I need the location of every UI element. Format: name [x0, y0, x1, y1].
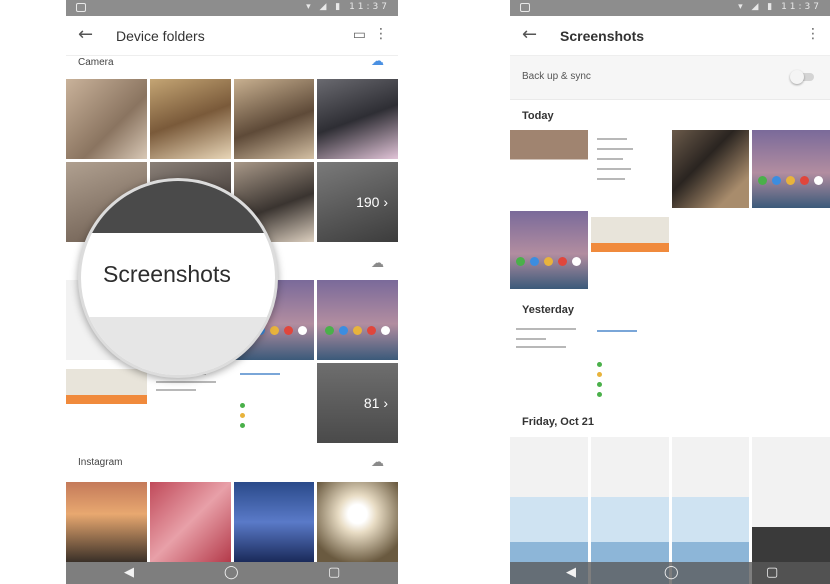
left-phone-screen: ▾ ◢ ▮ 11:37 ← Device folders ▭ ⋮ Camera …: [66, 0, 398, 584]
screenshot-thumbnail[interactable]: [752, 130, 830, 208]
magnifier-callout: Screenshots: [78, 178, 278, 378]
screenshot-thumbnail[interactable]: [317, 280, 398, 360]
date-header-yesterday: Yesterday: [522, 304, 574, 316]
photo-thumbnail[interactable]: [233, 79, 315, 159]
photo-thumbnail[interactable]: [149, 482, 231, 562]
screenshot-thumbnail[interactable]: [590, 130, 669, 208]
photo-thumbnail[interactable]: [317, 482, 398, 562]
notification-icon: [76, 3, 86, 12]
screenshot-thumbnail[interactable]: [66, 363, 147, 443]
cloud-off-icon[interactable]: ☁: [371, 455, 384, 470]
date-header-friday-oct-21: Friday, Oct 21: [522, 416, 594, 428]
photo-thumbnail[interactable]: [317, 79, 398, 159]
screenshot-thumbnail[interactable]: [510, 130, 588, 208]
screenshot-thumbnail[interactable]: [510, 211, 588, 289]
more-options-icon[interactable]: ⋮: [806, 26, 820, 42]
date-header-today: Today: [522, 110, 554, 122]
status-bar: ▾ ◢ ▮ 11:37: [510, 0, 830, 16]
photo-thumbnail[interactable]: [149, 79, 231, 159]
backup-sync-label: Back up & sync: [522, 71, 591, 82]
screenshot-thumbnail[interactable]: [590, 211, 669, 289]
app-bar: ← Device folders ▭ ⋮: [66, 16, 398, 56]
folder-label-camera: Camera: [78, 57, 114, 68]
status-bar: ▾ ◢ ▮ 11:37: [66, 0, 398, 16]
right-phone-screen: ▾ ◢ ▮ 11:37 ← Screenshots ⋮ Back up & sy…: [510, 0, 830, 584]
nav-home-icon[interactable]: ◯: [664, 565, 679, 580]
screenshot-count: 81 ›: [363, 395, 388, 411]
photo-thumbnail[interactable]: [233, 482, 315, 562]
status-icons: ▾ ◢ ▮ 11:37: [738, 2, 822, 12]
more-options-icon[interactable]: ⋮: [374, 26, 388, 42]
page-title: Device folders: [116, 28, 205, 44]
backup-sync-toggle[interactable]: [790, 70, 816, 84]
back-arrow-icon[interactable]: ←: [78, 24, 93, 45]
nav-back-icon[interactable]: ◀: [566, 565, 576, 580]
screenshot-thumbnail[interactable]: [590, 322, 669, 400]
backup-sync-row[interactable]: Back up & sync: [510, 56, 830, 100]
system-navigation-bar: ◀ ◯ ▢: [66, 562, 398, 584]
instagram-folder-grid[interactable]: [66, 482, 398, 562]
back-arrow-icon[interactable]: ←: [522, 24, 537, 45]
today-screenshot-grid[interactable]: [510, 130, 830, 289]
cloud-upload-icon[interactable]: ☁: [371, 54, 384, 69]
folder-more-tile[interactable]: 190 ›: [317, 162, 398, 242]
yesterday-screenshot-grid[interactable]: [510, 322, 830, 400]
photo-thumbnail[interactable]: [66, 482, 147, 562]
status-icons: ▾ ◢ ▮ 11:37: [306, 2, 390, 12]
page-title: Screenshots: [560, 28, 645, 44]
folder-label-instagram: Instagram: [78, 457, 123, 468]
notification-icon: [520, 3, 530, 12]
app-bar: ← Screenshots ⋮: [510, 16, 830, 56]
folder-more-tile[interactable]: 81 ›: [317, 363, 398, 443]
system-navigation-bar: ◀ ◯ ▢: [510, 562, 830, 584]
cloud-off-icon[interactable]: ☁: [371, 256, 384, 271]
photo-count: 190 ›: [356, 194, 388, 210]
screenshot-thumbnail[interactable]: [510, 322, 588, 400]
photo-thumbnail[interactable]: [66, 79, 147, 159]
nav-recents-icon[interactable]: ▢: [766, 565, 778, 580]
cast-icon[interactable]: ▭: [353, 27, 366, 43]
screenshot-thumbnail[interactable]: [671, 130, 750, 208]
screenshot-thumbnail[interactable]: [233, 363, 315, 443]
nav-back-icon[interactable]: ◀: [124, 565, 134, 580]
nav-recents-icon[interactable]: ▢: [328, 565, 340, 580]
nav-home-icon[interactable]: ◯: [224, 565, 239, 580]
magnified-folder-label: Screenshots: [103, 261, 231, 287]
